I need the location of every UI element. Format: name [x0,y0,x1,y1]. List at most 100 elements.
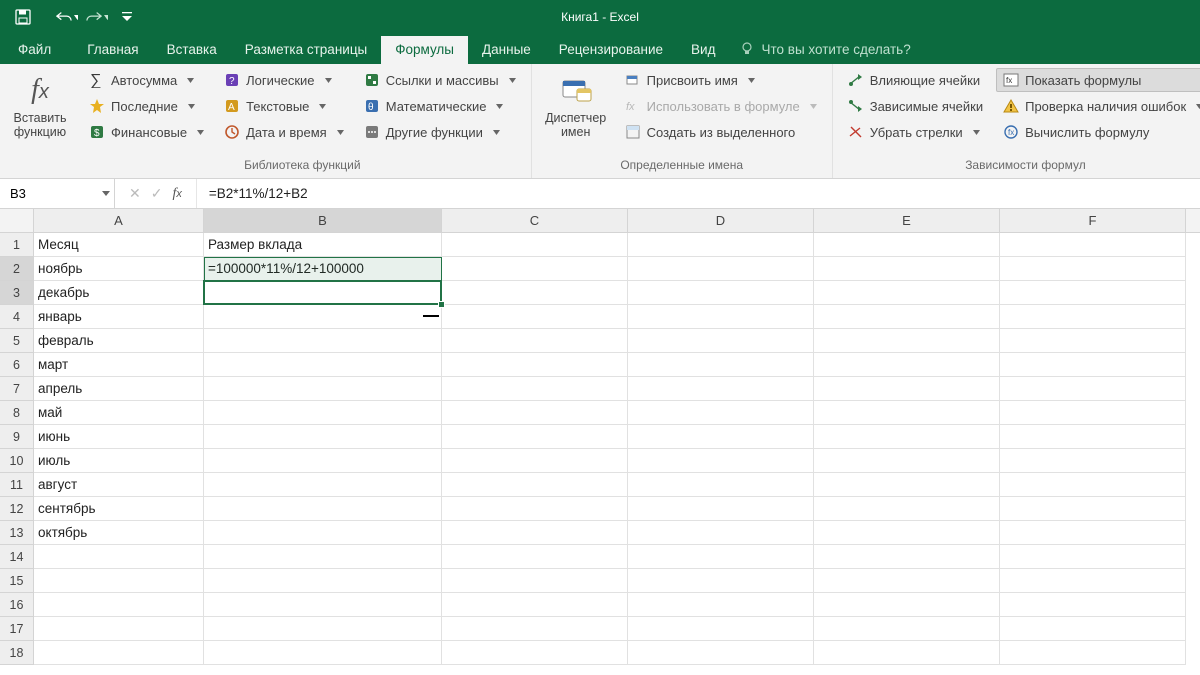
cell[interactable] [442,425,628,449]
cell[interactable] [204,617,442,641]
other-functions-button[interactable]: Другие функции [357,120,523,144]
cell[interactable] [814,473,1000,497]
cell[interactable] [1000,329,1186,353]
cell[interactable] [814,425,1000,449]
cell[interactable] [204,545,442,569]
cell[interactable] [204,641,442,665]
cell[interactable] [628,449,814,473]
cell[interactable] [442,449,628,473]
cell[interactable] [34,569,204,593]
row-header[interactable]: 6 [0,353,34,377]
row-header[interactable]: 10 [0,449,34,473]
cell[interactable] [204,425,442,449]
cell[interactable] [628,569,814,593]
cell[interactable]: январь [34,305,204,329]
cell[interactable] [34,617,204,641]
cell[interactable] [628,353,814,377]
cell[interactable] [628,593,814,617]
redo-button[interactable] [86,6,108,28]
col-header-D[interactable]: D [628,209,814,232]
qat-customize-button[interactable] [116,6,138,28]
cell[interactable] [204,329,442,353]
cell[interactable] [442,473,628,497]
cell[interactable]: декабрь [34,281,204,305]
col-header-B[interactable]: B [204,209,442,232]
cell[interactable] [628,473,814,497]
cell[interactable] [628,497,814,521]
cell[interactable] [1000,569,1186,593]
name-box-input[interactable] [10,186,90,201]
cell[interactable] [34,641,204,665]
tab-file[interactable]: Файл [8,36,73,64]
math-button[interactable]: θ Математические [357,94,523,118]
cell[interactable] [442,305,628,329]
cell[interactable] [628,281,814,305]
cell[interactable] [442,329,628,353]
enter-button[interactable]: ✓ [151,185,163,202]
cell[interactable] [204,449,442,473]
cell[interactable] [1000,281,1186,305]
cell[interactable] [1000,257,1186,281]
tab-data[interactable]: Данные [468,36,545,64]
trace-dependents-button[interactable]: Зависимые ячейки [841,94,990,118]
fx-button[interactable]: fx [172,186,181,202]
cell[interactable]: август [34,473,204,497]
remove-arrows-button[interactable]: Убрать стрелки [841,120,990,144]
name-manager-button[interactable]: Диспетчер имен [540,68,612,154]
row-header[interactable]: 17 [0,617,34,641]
cell[interactable]: июль [34,449,204,473]
cell[interactable] [1000,473,1186,497]
cell[interactable] [442,545,628,569]
row-header[interactable]: 16 [0,593,34,617]
cell[interactable] [442,521,628,545]
cell[interactable] [442,377,628,401]
cell[interactable] [814,497,1000,521]
row-header[interactable]: 11 [0,473,34,497]
cell[interactable] [204,521,442,545]
cell[interactable] [628,305,814,329]
use-in-formula-button[interactable]: fx Использовать в формуле [618,94,824,118]
cell[interactable] [628,233,814,257]
cell[interactable] [442,593,628,617]
cell[interactable] [442,617,628,641]
tab-home[interactable]: Главная [73,36,152,64]
cell[interactable] [1000,521,1186,545]
name-box[interactable] [0,179,115,208]
undo-button[interactable] [56,6,78,28]
cell[interactable]: =100000*11%/12+100000 [204,257,442,281]
cell[interactable] [1000,401,1186,425]
cell[interactable] [628,641,814,665]
cell[interactable] [814,353,1000,377]
cell[interactable] [442,281,628,305]
tab-review[interactable]: Рецензирование [545,36,677,64]
cell[interactable]: ноябрь [34,257,204,281]
cell[interactable] [628,377,814,401]
cell[interactable] [442,233,628,257]
cell[interactable]: апрель [34,377,204,401]
cell[interactable] [814,545,1000,569]
cell[interactable]: февраль [34,329,204,353]
cell[interactable] [204,377,442,401]
cell[interactable]: октябрь [34,521,204,545]
cell[interactable] [204,473,442,497]
cell[interactable] [814,521,1000,545]
tab-formulas[interactable]: Формулы [381,36,468,64]
select-all-corner[interactable] [0,209,34,233]
cancel-button[interactable]: ✕ [129,185,141,202]
cell[interactable] [1000,449,1186,473]
cell[interactable] [204,353,442,377]
cell[interactable] [814,233,1000,257]
create-from-selection-button[interactable]: Создать из выделенного [618,120,824,144]
name-box-dropdown[interactable] [102,191,110,196]
formula-input[interactable] [197,179,1200,208]
cell[interactable] [628,545,814,569]
cell[interactable]: сентябрь [34,497,204,521]
cell[interactable] [1000,593,1186,617]
cell[interactable] [442,353,628,377]
col-header-C[interactable]: C [442,209,628,232]
cell[interactable] [1000,497,1186,521]
cell[interactable] [204,569,442,593]
cell[interactable] [1000,425,1186,449]
row-header[interactable]: 14 [0,545,34,569]
row-header[interactable]: 3 [0,281,34,305]
